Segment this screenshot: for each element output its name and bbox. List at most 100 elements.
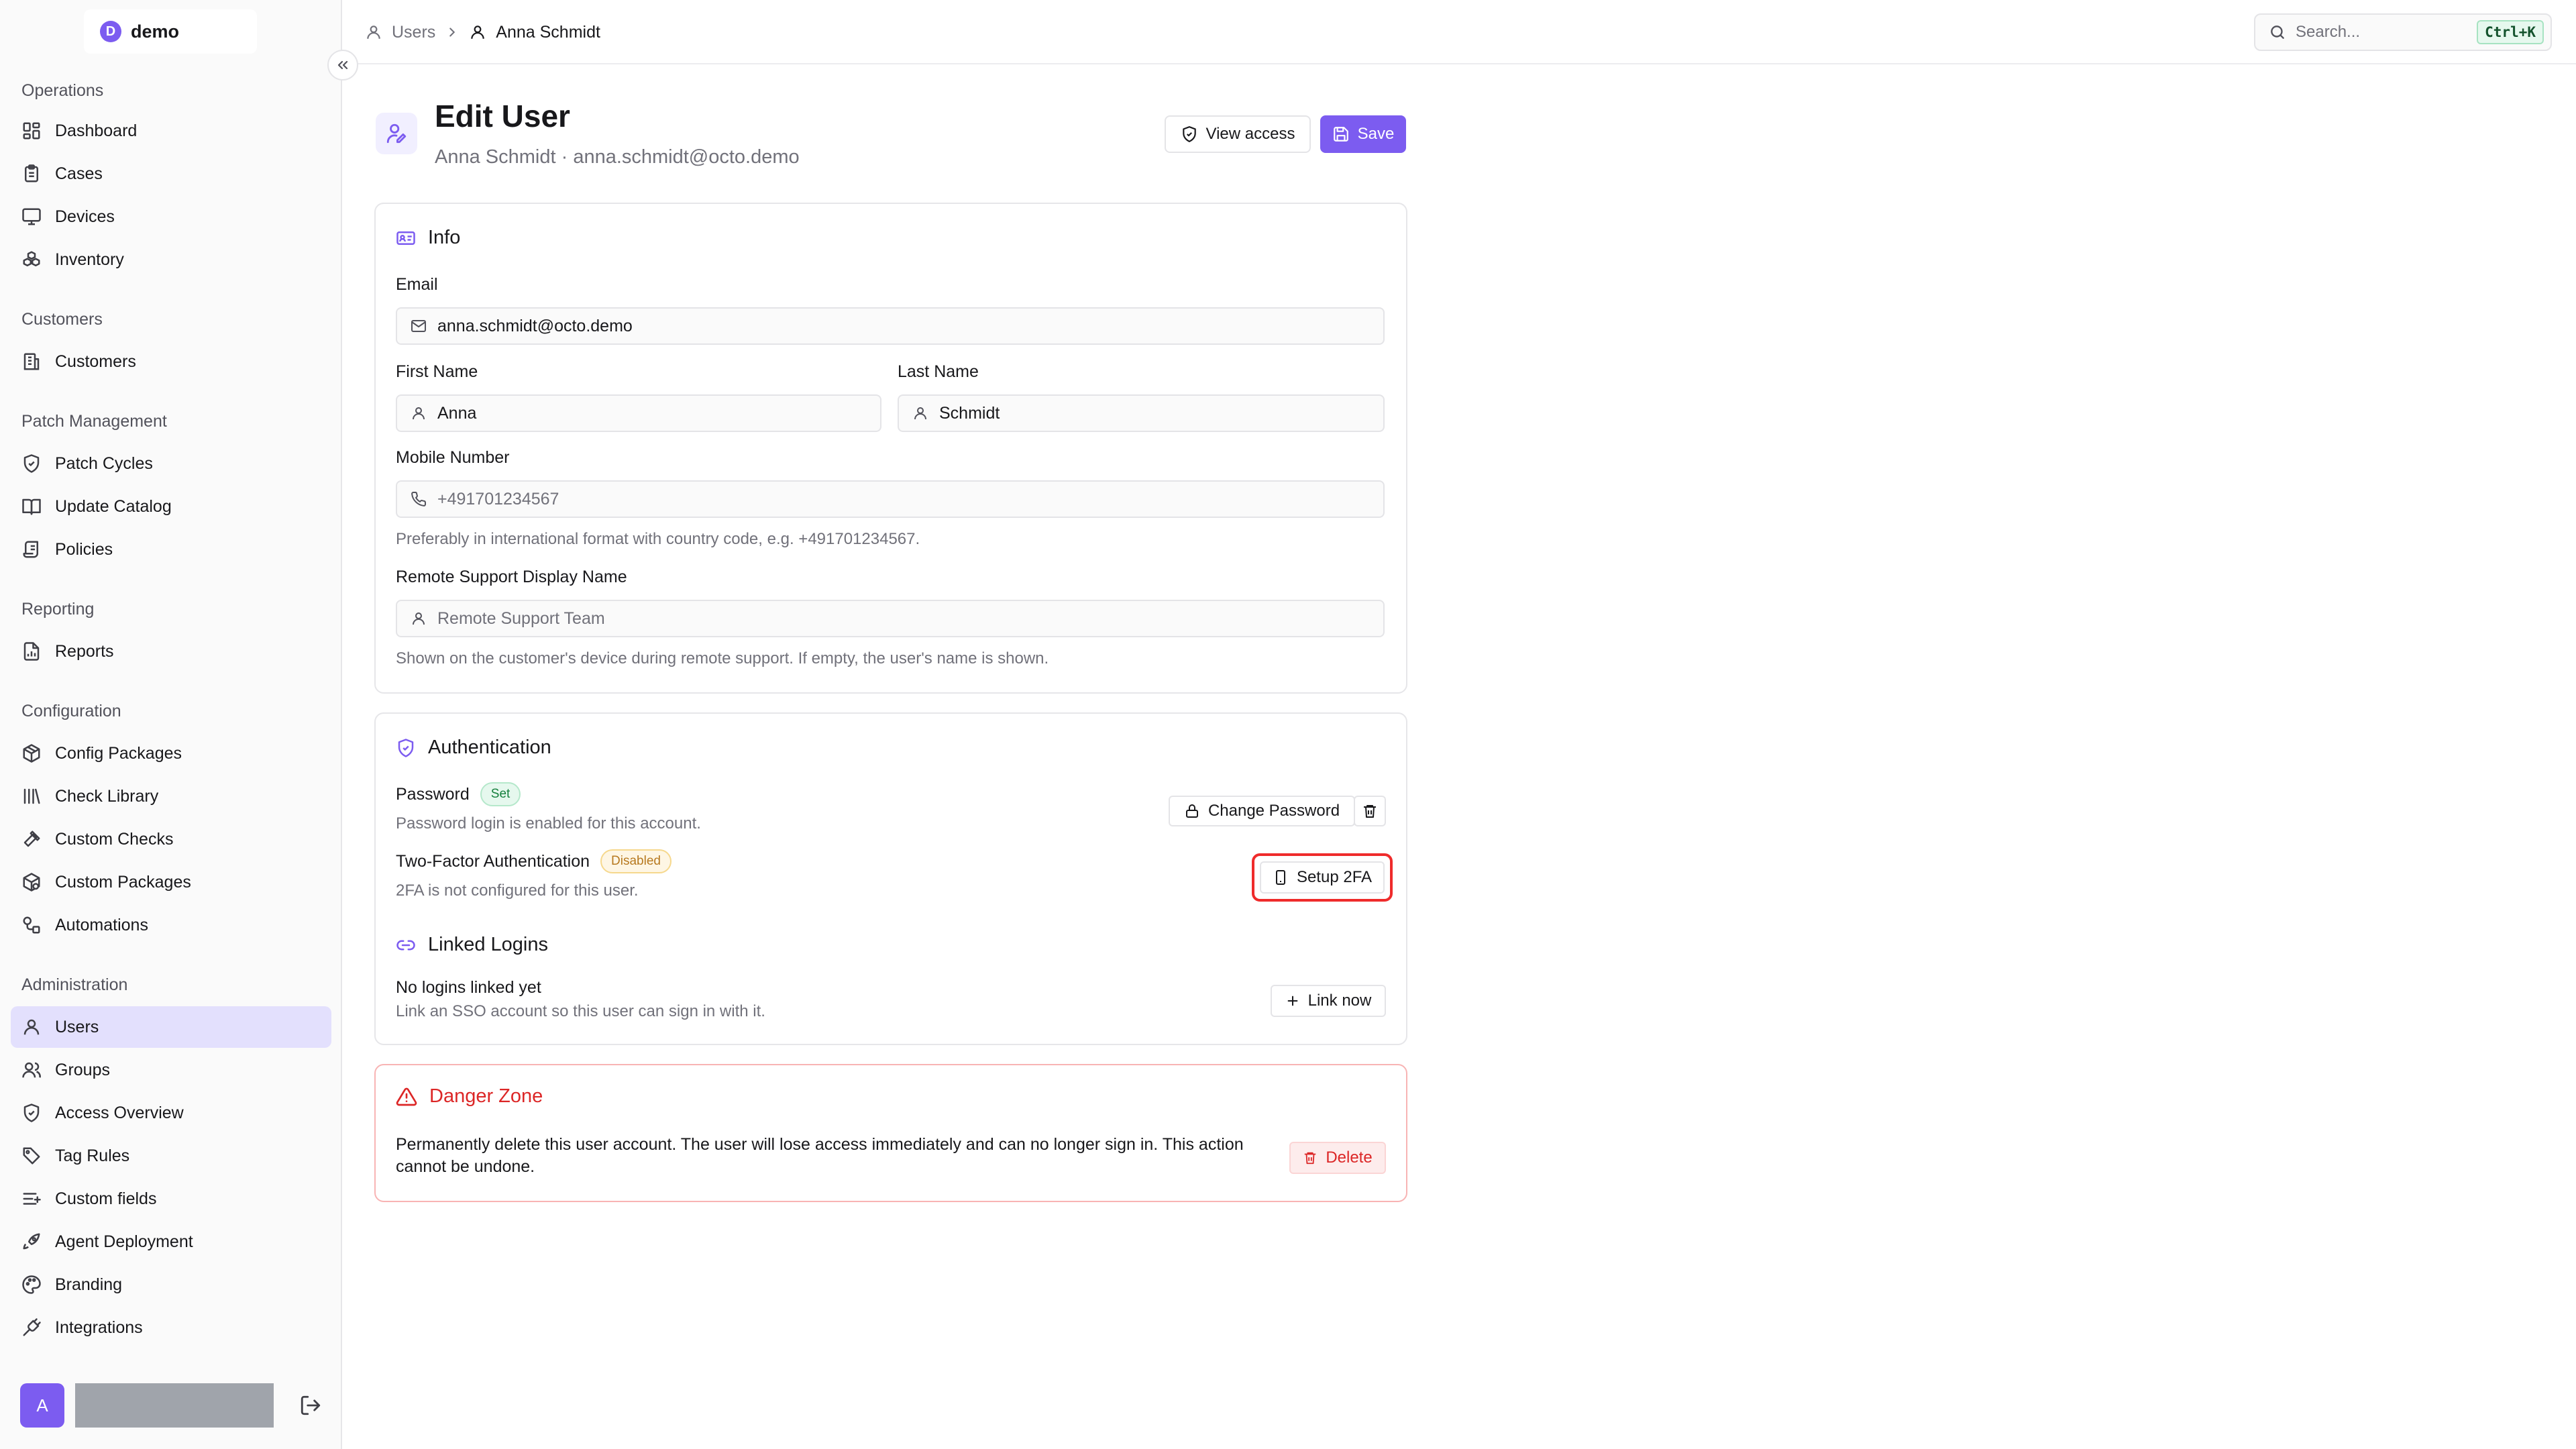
- sidebar-item-automations[interactable]: Automations: [11, 904, 331, 946]
- sidebar-item-label: Tag Rules: [55, 1146, 130, 1165]
- palette-icon: [21, 1275, 42, 1295]
- delete-user-button[interactable]: Delete: [1289, 1142, 1386, 1174]
- sidebar-item-patch-cycles[interactable]: Patch Cycles: [11, 443, 331, 484]
- clipboard-icon: [21, 164, 42, 184]
- sidebar-item-config-packages[interactable]: Config Packages: [11, 733, 331, 774]
- sidebar-item-cases[interactable]: Cases: [11, 153, 331, 195]
- first-name-field[interactable]: Anna: [396, 394, 881, 432]
- change-password-label: Change Password: [1208, 802, 1340, 820]
- email-field[interactable]: anna.schmidt@octo.demo: [396, 307, 1385, 345]
- nav-group-operations: Operations: [21, 80, 104, 100]
- mobile-field[interactable]: +491701234567: [396, 480, 1385, 518]
- sidebar-item-customers[interactable]: Customers: [11, 341, 331, 382]
- user-pen-icon: [385, 122, 408, 145]
- sidebar-item-custom-packages[interactable]: Custom Packages: [11, 861, 331, 903]
- first-name-value: Anna: [437, 403, 477, 423]
- sidebar-item-groups[interactable]: Groups: [11, 1049, 331, 1091]
- package-icon: [21, 743, 42, 763]
- password-description: Password login is enabled for this accou…: [396, 814, 701, 833]
- email-label: Email: [396, 275, 438, 294]
- sidebar-item-dashboard[interactable]: Dashboard: [11, 110, 331, 152]
- sidebar-item-label: Update Catalog: [55, 496, 172, 516]
- boxes-icon: [21, 250, 42, 270]
- sidebar-item-label: Custom Checks: [55, 829, 174, 849]
- workspace-logo[interactable]: D demo: [84, 9, 257, 54]
- sidebar-item-custom-checks[interactable]: Custom Checks: [11, 818, 331, 860]
- email-value: anna.schmidt@octo.demo: [437, 316, 633, 335]
- user-icon: [411, 610, 427, 627]
- sidebar-item-label: Config Packages: [55, 743, 182, 763]
- nav-group-patch-management: Patch Management: [21, 411, 167, 431]
- search-shortcut: Ctrl+K: [2477, 20, 2544, 44]
- breadcrumb-users-link[interactable]: Users: [392, 23, 435, 42]
- info-card-title: Info: [396, 227, 460, 249]
- sidebar-item-label: Policies: [55, 539, 113, 559]
- building-icon: [21, 352, 42, 372]
- sidebar-item-reports[interactable]: Reports: [11, 631, 331, 672]
- save-label: Save: [1357, 125, 1395, 143]
- page-title: Edit User: [435, 99, 570, 133]
- sidebar-item-users[interactable]: Users: [11, 1006, 331, 1048]
- password-status-badge: Set: [480, 782, 521, 806]
- mobile-label: Mobile Number: [396, 448, 510, 467]
- search-input[interactable]: Search... Ctrl+K: [2254, 13, 2552, 51]
- shield-check-icon: [21, 1103, 42, 1123]
- sidebar-item-agent-deployment[interactable]: Agent Deployment: [11, 1221, 331, 1263]
- linked-logins-empty: No logins linked yet: [396, 978, 541, 997]
- page-icon: [376, 113, 417, 154]
- remote-support-field[interactable]: Remote Support Team: [396, 600, 1385, 637]
- link-now-button[interactable]: Link now: [1271, 985, 1386, 1017]
- sidebar-item-policies[interactable]: Policies: [11, 529, 331, 570]
- sidebar-item-inventory[interactable]: Inventory: [11, 239, 331, 280]
- authentication-title-text: Authentication: [428, 737, 551, 758]
- setup-2fa-button[interactable]: Setup 2FA: [1260, 861, 1385, 894]
- sidebar-item-access-overview[interactable]: Access Overview: [11, 1092, 331, 1134]
- hammer-icon: [21, 829, 42, 849]
- danger-zone-title-text: Danger Zone: [429, 1085, 543, 1107]
- sidebar-item-label: Devices: [55, 207, 115, 226]
- sidebar-item-label: Users: [55, 1017, 99, 1036]
- danger-zone-description: Permanently delete this user account. Th…: [396, 1135, 1244, 1176]
- twofa-status-badge: Disabled: [600, 849, 672, 873]
- shield-check-icon: [1181, 125, 1198, 143]
- sidebar-item-integrations[interactable]: Integrations: [11, 1307, 331, 1348]
- chevron-right-icon: [445, 25, 460, 40]
- collapse-sidebar-button[interactable]: [327, 50, 358, 80]
- last-name-field[interactable]: Schmidt: [898, 394, 1385, 432]
- twofa-description: 2FA is not configured for this user.: [396, 881, 639, 900]
- view-access-label: View access: [1205, 125, 1295, 143]
- sidebar-item-label: Cases: [55, 164, 103, 183]
- sidebar-item-tag-rules[interactable]: Tag Rules: [11, 1135, 331, 1177]
- mobile-help-text: Preferably in international format with …: [396, 530, 920, 548]
- link-now-label: Link now: [1307, 991, 1372, 1010]
- sidebar-item-label: Reports: [55, 641, 114, 661]
- packages-icon: [21, 872, 42, 892]
- logo-mark: D: [100, 21, 121, 42]
- avatar[interactable]: A: [20, 1383, 64, 1428]
- monitor-icon: [21, 207, 42, 227]
- search-icon: [2269, 23, 2286, 41]
- sidebar-item-label: Automations: [55, 915, 148, 934]
- scroll-icon: [21, 539, 42, 559]
- sidebar-item-check-library[interactable]: Check Library: [11, 775, 331, 817]
- delete-password-button[interactable]: [1354, 796, 1386, 826]
- sidebar-item-label: Check Library: [55, 786, 159, 806]
- save-icon: [1332, 125, 1350, 143]
- sidebar-item-branding[interactable]: Branding: [11, 1264, 331, 1305]
- users-icon: [21, 1060, 42, 1080]
- sidebar-item-update-catalog[interactable]: Update Catalog: [11, 486, 331, 527]
- twofa-row-label: Two-Factor Authentication Disabled: [396, 849, 672, 873]
- info-card: Info Email anna.schmidt@octo.demo First …: [374, 203, 1407, 694]
- topbar: Users Anna Schmidt Search... Ctrl+K: [343, 0, 2576, 64]
- linked-logins-heading: Linked Logins: [396, 934, 548, 956]
- sidebar-item-label: Inventory: [55, 250, 124, 269]
- change-password-button[interactable]: Change Password: [1169, 796, 1355, 826]
- view-access-button[interactable]: View access: [1165, 115, 1311, 153]
- sidebar-item-devices[interactable]: Devices: [11, 196, 331, 237]
- save-button[interactable]: Save: [1320, 115, 1406, 153]
- library-icon: [21, 786, 42, 806]
- workspace-name: demo: [131, 21, 180, 42]
- sidebar-item-custom-fields[interactable]: Custom fields: [11, 1178, 331, 1220]
- book-icon: [21, 496, 42, 517]
- logout-icon[interactable]: [299, 1394, 322, 1417]
